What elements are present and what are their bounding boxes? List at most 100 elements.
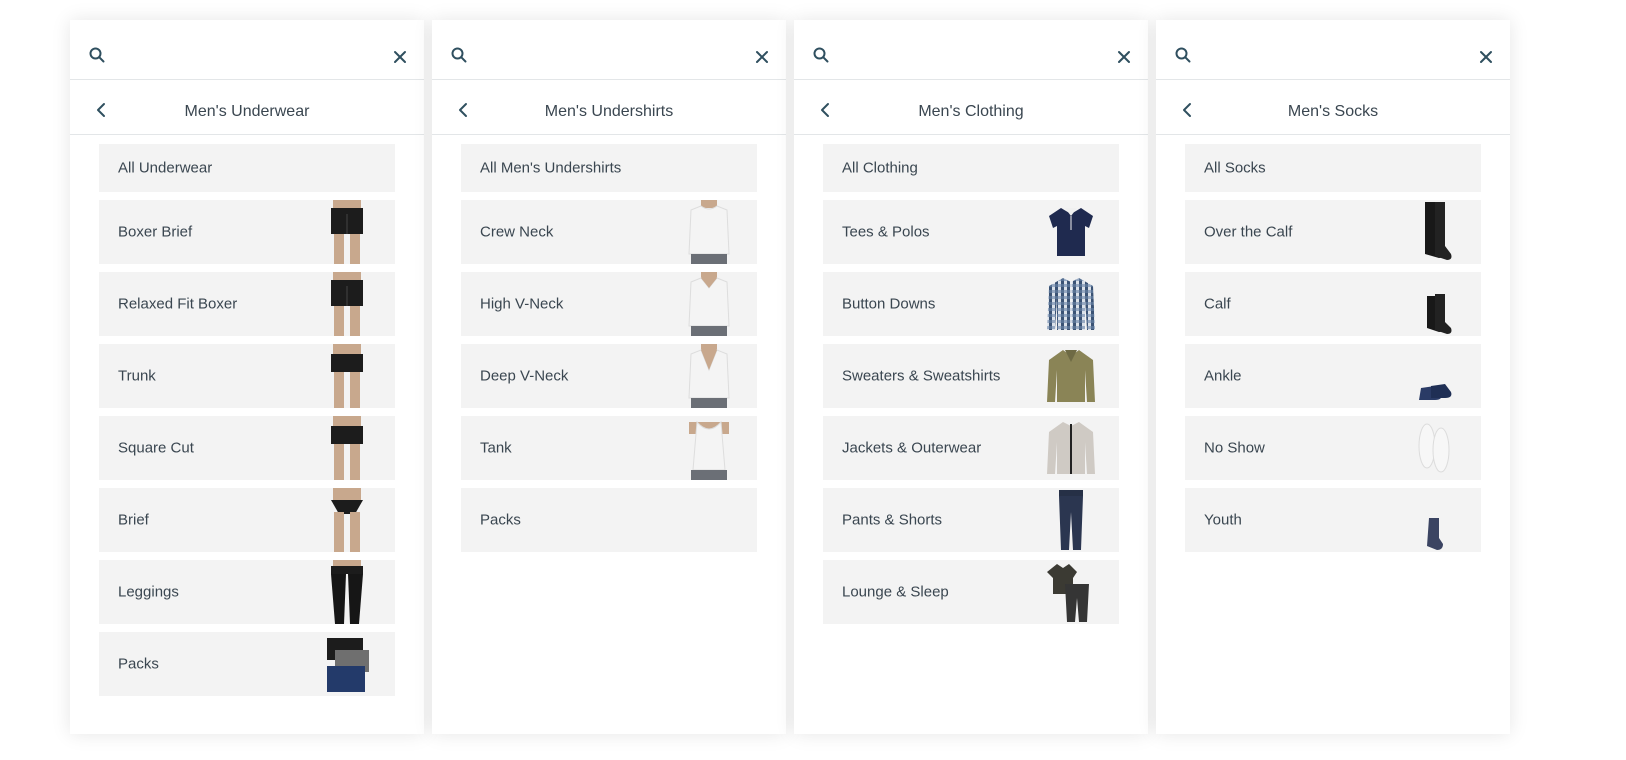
- category-item-label: Brief: [118, 511, 149, 529]
- category-item[interactable]: Calf: [1185, 272, 1481, 336]
- category-item[interactable]: All Men's Undershirts: [461, 144, 757, 192]
- category-item[interactable]: Square Cut: [99, 416, 395, 480]
- category-item-label: Calf: [1204, 295, 1231, 313]
- category-item-label: Over the Calf: [1204, 223, 1293, 241]
- category-item[interactable]: Leggings: [99, 560, 395, 624]
- ankle-socks-thumbnail: [1405, 344, 1461, 408]
- search-icon[interactable]: [812, 46, 830, 64]
- category-item[interactable]: All Clothing: [823, 144, 1119, 192]
- lounge-set-thumbnail: [1043, 560, 1099, 624]
- category-item-label: Relaxed Fit Boxer: [118, 295, 238, 313]
- category-item-label: Sweaters & Sweatshirts: [842, 367, 1001, 385]
- category-item[interactable]: Jackets & Outerwear: [823, 416, 1119, 480]
- category-panel: Men's Clothing All Clothing Tees & Polos…: [794, 20, 1148, 734]
- trunk-thumbnail: [319, 416, 375, 480]
- brief-thumbnail: [319, 488, 375, 552]
- category-item[interactable]: Packs: [461, 488, 757, 552]
- category-list: All Men's Undershirts Crew Neck High V-N…: [432, 135, 786, 552]
- button-down-thumbnail: [1043, 272, 1099, 336]
- otc-socks-thumbnail: [1405, 200, 1461, 264]
- polo-thumbnail: [1043, 200, 1099, 264]
- category-item[interactable]: Boxer Brief: [99, 200, 395, 264]
- search-icon[interactable]: [88, 46, 106, 64]
- category-item[interactable]: Deep V-Neck: [461, 344, 757, 408]
- category-item[interactable]: Relaxed Fit Boxer: [99, 272, 395, 336]
- category-item[interactable]: Over the Calf: [1185, 200, 1481, 264]
- category-item-label: All Clothing: [842, 159, 918, 177]
- category-item-label: Lounge & Sleep: [842, 583, 949, 601]
- jacket-thumbnail: [1043, 416, 1099, 480]
- category-item-label: Crew Neck: [480, 223, 554, 241]
- category-list: All Socks Over the Calf Calf Ankle No Sh…: [1156, 135, 1510, 552]
- category-item-label: Button Downs: [842, 295, 936, 313]
- category-item[interactable]: Crew Neck: [461, 200, 757, 264]
- close-icon[interactable]: [1478, 49, 1494, 65]
- category-item[interactable]: All Socks: [1185, 144, 1481, 192]
- underwear-pack-thumbnail: [319, 632, 375, 696]
- category-item-label: Tees & Polos: [842, 223, 930, 241]
- category-item-label: No Show: [1204, 439, 1265, 457]
- category-item[interactable]: Button Downs: [823, 272, 1119, 336]
- category-list: All Underwear Boxer Brief Relaxed Fit Bo…: [70, 135, 424, 696]
- category-item-label: All Underwear: [118, 159, 213, 177]
- category-item[interactable]: Tank: [461, 416, 757, 480]
- category-item[interactable]: Trunk: [99, 344, 395, 408]
- category-item[interactable]: Tees & Polos: [823, 200, 1119, 264]
- tank-thumbnail: [681, 416, 737, 480]
- category-item[interactable]: Ankle: [1185, 344, 1481, 408]
- category-item[interactable]: No Show: [1185, 416, 1481, 480]
- close-icon[interactable]: [392, 49, 408, 65]
- panel-header: Men's Clothing: [794, 80, 1148, 135]
- category-item-label: Trunk: [118, 367, 156, 385]
- panel-header: Men's Socks: [1156, 80, 1510, 135]
- category-panel: Men's Underwear All Underwear Boxer Brie…: [70, 20, 424, 734]
- category-list: All Clothing Tees & Polos Button Downs S…: [794, 135, 1148, 624]
- panel-title: Men's Clothing: [918, 103, 1024, 120]
- boxer-brief-thumbnail: [319, 272, 375, 336]
- category-item-label: Tank: [480, 439, 512, 457]
- category-item-label: All Socks: [1204, 159, 1266, 177]
- category-item-label: Boxer Brief: [118, 223, 193, 241]
- youth-sock-thumbnail: [1405, 488, 1461, 552]
- category-item[interactable]: High V-Neck: [461, 272, 757, 336]
- category-item[interactable]: Packs: [99, 632, 395, 696]
- category-item-label: Packs: [480, 511, 521, 529]
- category-item-label: Square Cut: [118, 439, 194, 457]
- panel-title: Men's Underwear: [184, 103, 310, 120]
- close-icon[interactable]: [754, 49, 770, 65]
- category-item-label: All Men's Undershirts: [480, 159, 622, 177]
- close-icon[interactable]: [1116, 49, 1132, 65]
- search-bar[interactable]: [432, 20, 786, 80]
- search-bar[interactable]: [794, 20, 1148, 80]
- category-item[interactable]: Sweaters & Sweatshirts: [823, 344, 1119, 408]
- category-item-label: Packs: [118, 655, 159, 673]
- category-item-label: Youth: [1204, 511, 1242, 529]
- search-icon[interactable]: [450, 46, 468, 64]
- panel-title: Men's Socks: [1287, 103, 1379, 120]
- category-item-label: Pants & Shorts: [842, 511, 943, 529]
- search-bar[interactable]: [1156, 20, 1510, 80]
- crew-tee-thumbnail: [681, 200, 737, 264]
- category-item-label: Deep V-Neck: [480, 367, 569, 385]
- calf-socks-thumbnail: [1405, 272, 1461, 336]
- category-panel: Men's Socks All Socks Over the Calf Calf…: [1156, 20, 1510, 734]
- boxer-brief-thumbnail: [319, 200, 375, 264]
- sweater-thumbnail: [1043, 344, 1099, 408]
- category-item[interactable]: Lounge & Sleep: [823, 560, 1119, 624]
- category-item[interactable]: Brief: [99, 488, 395, 552]
- panel-header: Men's Undershirts: [432, 80, 786, 135]
- panel-title: Men's Undershirts: [544, 103, 674, 120]
- category-item-label: Leggings: [118, 583, 179, 601]
- category-item[interactable]: Pants & Shorts: [823, 488, 1119, 552]
- category-item-label: Ankle: [1204, 367, 1242, 385]
- category-item[interactable]: All Underwear: [99, 144, 395, 192]
- trunk-thumbnail: [319, 344, 375, 408]
- category-item-label: Jackets & Outerwear: [842, 439, 982, 457]
- pants-thumbnail: [1043, 488, 1099, 552]
- category-item-label: High V-Neck: [480, 295, 564, 313]
- deep-vneck-tee-thumbnail: [681, 344, 737, 408]
- vneck-tee-thumbnail: [681, 272, 737, 336]
- search-icon[interactable]: [1174, 46, 1192, 64]
- search-bar[interactable]: [70, 20, 424, 80]
- category-item[interactable]: Youth: [1185, 488, 1481, 552]
